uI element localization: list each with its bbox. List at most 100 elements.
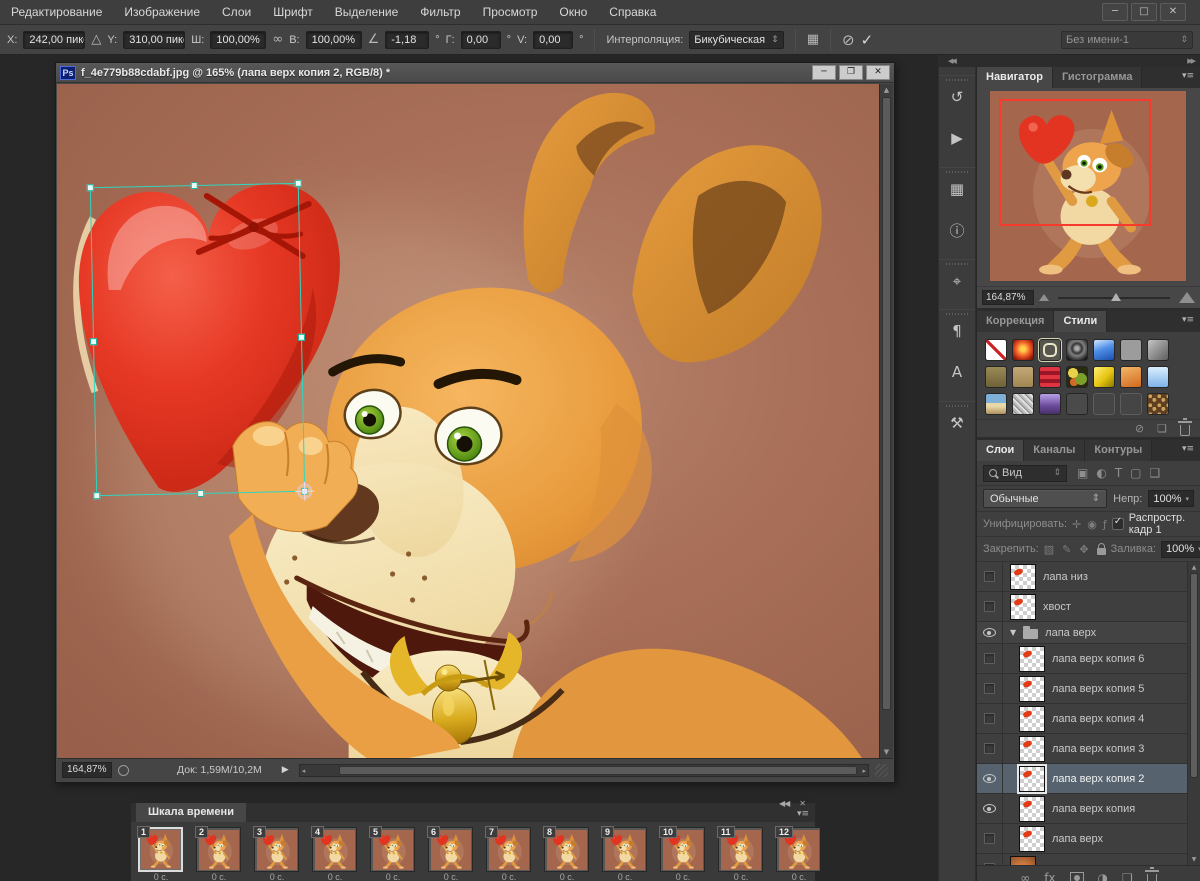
visibility-toggle[interactable]: [977, 622, 1003, 643]
resize-grip[interactable]: [875, 764, 888, 777]
new-style-icon[interactable]: ❏: [1157, 422, 1167, 435]
transform-handle-bottom-left[interactable]: [93, 492, 100, 499]
visibility-toggle[interactable]: [977, 562, 1003, 591]
menu-item[interactable]: Изображение: [113, 0, 211, 25]
visibility-toggle[interactable]: [977, 734, 1003, 763]
y-input[interactable]: 310,00 пикс: [123, 31, 185, 49]
animation-frame[interactable]: 8 0 с.: [544, 827, 590, 880]
expand-dock-icon[interactable]: ▶▶: [1187, 57, 1194, 65]
tab-styles[interactable]: Стили: [1054, 311, 1107, 332]
animation-frame[interactable]: 1 0 с.: [138, 827, 184, 880]
frame-delay[interactable]: 0 с.: [312, 872, 358, 880]
vertical-scrollbar[interactable]: ▲ ▼: [879, 84, 893, 758]
style-swatch[interactable]: [1147, 339, 1169, 361]
animation-frame[interactable]: 3 0 с.: [254, 827, 300, 880]
style-swatch[interactable]: [1147, 366, 1169, 388]
collapse-panel-icon[interactable]: ◀◀: [779, 799, 789, 808]
adjustment-layers-filter-icon[interactable]: ◐: [1096, 466, 1106, 480]
panel-menu-icon[interactable]: [1176, 67, 1200, 88]
adjustment-layer-icon[interactable]: ◑: [1098, 871, 1108, 881]
status-menu-arrow-icon[interactable]: ▶: [282, 765, 289, 775]
delete-style-icon[interactable]: [1180, 425, 1190, 436]
scroll-down-icon[interactable]: ▼: [880, 748, 893, 756]
layer-row[interactable]: лапа верх копия 2: [977, 764, 1187, 794]
cancel-transform-button[interactable]: ⊘: [842, 31, 855, 49]
layer-thumbnail[interactable]: [1019, 676, 1045, 702]
animation-frame[interactable]: 12 0 с.: [776, 827, 822, 880]
menu-item[interactable]: Выделение: [324, 0, 410, 25]
panel-menu-icon[interactable]: [797, 809, 809, 819]
workspace-preset-select[interactable]: Без имени-1: [1061, 31, 1193, 49]
transform-bounding-box[interactable]: [90, 183, 305, 496]
style-swatch[interactable]: [1147, 393, 1169, 415]
visibility-toggle[interactable]: [977, 592, 1003, 621]
lock-transparency-icon[interactable]: ▨: [1044, 543, 1054, 556]
menu-item[interactable]: Окно: [548, 0, 598, 25]
opacity-input[interactable]: 100%: [1148, 490, 1194, 507]
frame-delay[interactable]: 0 с.: [776, 872, 822, 880]
layer-thumbnail[interactable]: [1010, 594, 1036, 620]
close-panel-icon[interactable]: ✕: [799, 799, 805, 808]
visibility-toggle[interactable]: [977, 824, 1003, 853]
frame-delay[interactable]: 0 с.: [486, 872, 532, 880]
menu-item[interactable]: Шрифт: [262, 0, 323, 25]
visibility-toggle[interactable]: [977, 794, 1003, 823]
timeline-drag-bar[interactable]: [131, 796, 815, 803]
style-swatch[interactable]: [1012, 393, 1034, 415]
animation-frame[interactable]: 7 0 с.: [486, 827, 532, 880]
doc-maximize-button[interactable]: ❐: [839, 65, 863, 80]
character-icon[interactable]: A: [939, 351, 975, 393]
tab-adjustments[interactable]: Коррекция: [977, 311, 1054, 332]
style-swatch[interactable]: [1066, 393, 1088, 415]
frame-delay[interactable]: 0 с.: [370, 872, 416, 880]
hskew-input[interactable]: 0,00: [461, 31, 501, 49]
frame-delay[interactable]: 0 с.: [428, 872, 474, 880]
info-icon[interactable]: ⓘ: [939, 209, 975, 251]
layer-row[interactable]: лапа верх копия 5: [977, 674, 1187, 704]
tool-presets-icon[interactable]: ⚒: [939, 401, 975, 443]
canvas[interactable]: [57, 84, 879, 758]
link-layers-icon[interactable]: ∞: [1020, 871, 1030, 881]
layer-thumbnail[interactable]: [1019, 646, 1045, 672]
navigator-zoom-slider[interactable]: [1058, 297, 1170, 299]
animation-frame[interactable]: 9 0 с.: [602, 827, 648, 880]
layer-row[interactable]: лапа верх копия 3: [977, 734, 1187, 764]
style-swatch[interactable]: [985, 393, 1007, 415]
visibility-toggle[interactable]: [977, 854, 1003, 865]
animation-frame[interactable]: 10 0 с.: [660, 827, 706, 880]
filter-type-select[interactable]: Вид: [983, 465, 1067, 482]
layer-row[interactable]: лапа верх копия 6: [977, 644, 1187, 674]
link-dimensions-icon[interactable]: ∞: [272, 32, 283, 47]
commit-transform-button[interactable]: ✓: [861, 31, 874, 49]
visibility-toggle[interactable]: [977, 644, 1003, 673]
layer-mask-icon[interactable]: [1070, 872, 1084, 881]
style-swatch[interactable]: [1120, 366, 1142, 388]
menu-item[interactable]: Справка: [598, 0, 667, 25]
frame-delay[interactable]: 0 с.: [602, 872, 648, 880]
interpolation-select[interactable]: Бикубическая: [689, 31, 783, 49]
visibility-toggle[interactable]: [977, 674, 1003, 703]
panel-menu-icon[interactable]: [1176, 440, 1200, 461]
transform-handle-middle-left[interactable]: [90, 338, 97, 345]
layer-thumbnail[interactable]: [1019, 736, 1045, 762]
style-swatch[interactable]: [1012, 366, 1034, 388]
style-swatch[interactable]: [985, 339, 1007, 361]
vertical-scroll-thumb[interactable]: [882, 97, 891, 710]
doc-minimize-button[interactable]: ─: [812, 65, 836, 80]
transform-handle-bottom-middle[interactable]: [197, 490, 204, 497]
animation-frame[interactable]: 6 0 с.: [428, 827, 474, 880]
tab-layers[interactable]: Слои: [977, 440, 1024, 461]
properties-icon[interactable]: ▦: [939, 167, 975, 209]
animation-frame[interactable]: 4 0 с.: [312, 827, 358, 880]
layer-row[interactable]: хвост: [977, 592, 1187, 622]
minimize-button[interactable]: ─: [1102, 3, 1128, 21]
layer-row[interactable]: лапа верх копия 4: [977, 704, 1187, 734]
animation-frame[interactable]: 2 0 с.: [196, 827, 242, 880]
smart-object-filter-icon[interactable]: ❑: [1150, 466, 1161, 480]
doc-close-button[interactable]: ✕: [866, 65, 890, 80]
style-swatch[interactable]: [1012, 339, 1034, 361]
propagate-frame-checkbox[interactable]: [1112, 518, 1124, 530]
delete-layer-icon[interactable]: [1147, 874, 1157, 881]
vskew-input[interactable]: 0,00: [533, 31, 573, 49]
style-swatch[interactable]: [1039, 393, 1061, 415]
